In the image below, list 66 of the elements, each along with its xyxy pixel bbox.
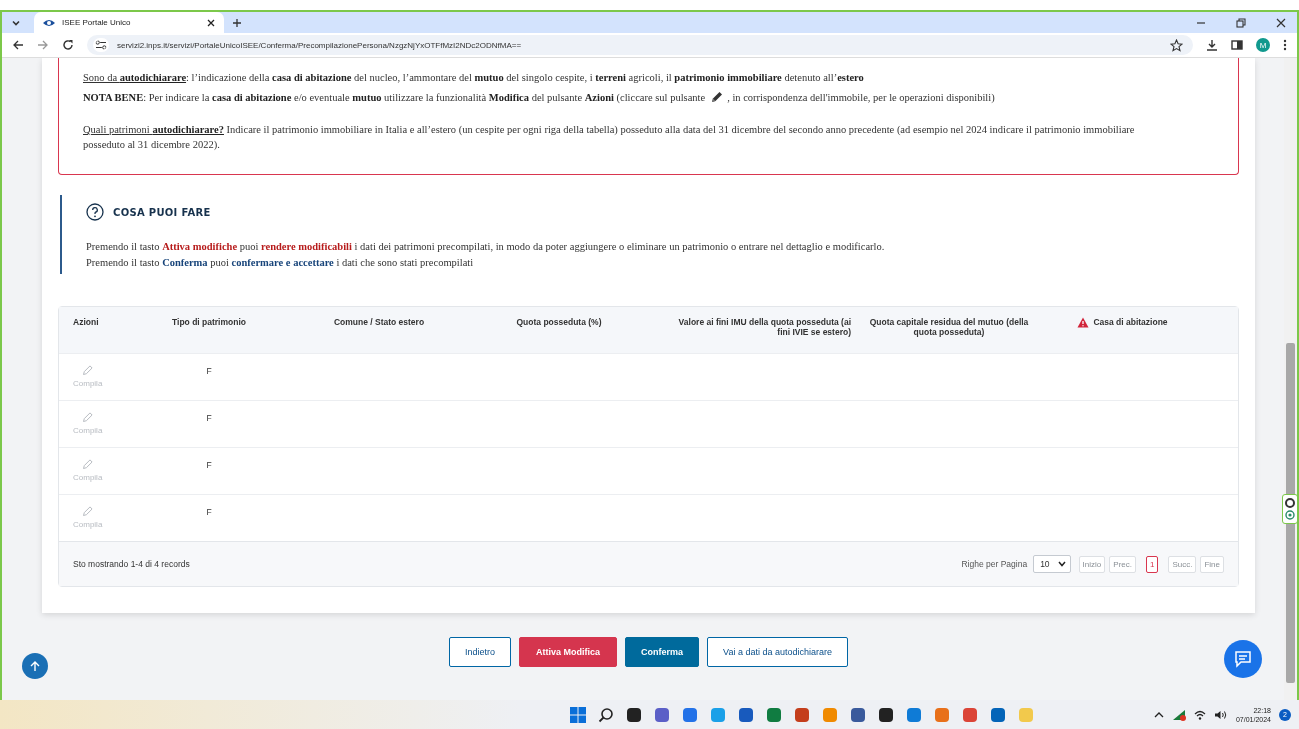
site-settings-icon (93, 38, 109, 52)
restore-icon[interactable] (1235, 16, 1247, 29)
target-icon (1285, 510, 1295, 520)
column-header: Quota posseduta (%) (516, 317, 602, 327)
speaker-icon[interactable] (1213, 709, 1228, 720)
search-icon[interactable] (597, 706, 614, 723)
pencil-icon (81, 458, 94, 470)
help-circle-icon (86, 203, 104, 221)
chevron-up-icon[interactable] (1153, 710, 1164, 719)
action-button[interactable]: Conferma (625, 637, 700, 667)
caret-icon (1057, 561, 1066, 567)
table-cell-text: F (205, 460, 213, 470)
network-icon[interactable] (1171, 708, 1186, 721)
notice-text: NOTA BENE: Per indicare la casa di abitazione e/o eventuale mutuo utilizzare la funzionalità Modifica del pulsante Azioni (cliccare sul pulsante (83, 92, 706, 103)
pencil-icon (81, 505, 94, 517)
tab-title: ISEE Portale Unico (62, 18, 132, 27)
side-panel-icon[interactable] (1231, 39, 1243, 51)
app-icon[interactable] (625, 706, 642, 723)
column-header: Tipo di patrimonio (172, 317, 246, 327)
pencil-icon (81, 364, 94, 376)
up-arrow-icon (29, 660, 41, 672)
instruction-text: Premendo il tasto Attiva modifiche puoi rendere modificabili i dati dei patrimoni precompilati, in modo da poter aggiungere o eliminare un patrimonio o entrare nel dettaglio e modificarlo. (86, 241, 885, 252)
browser-tab[interactable]: ISEE Portale Unico (34, 12, 224, 33)
pagination-button[interactable]: 1 (1145, 555, 1159, 573)
address-bar[interactable]: servizi2.inps.it/servizi/PortaleUnicoISEE/Conferma/PrecompilazionePersona/NzgzNjYxOTFfMzI2NDc2ODNfMA== (87, 35, 1193, 55)
column-header: Quota capitale residua del mutuo (della quota posseduta) (869, 317, 1029, 337)
action-button[interactable]: Indietro (449, 637, 512, 667)
column-header: Comune / Stato estero (333, 317, 425, 327)
close-icon[interactable] (206, 17, 216, 28)
notice-text: Sono da autodichiarare: l’indicazione della casa di abitazione del nucleo, l’ammontare del mutuo del singolo cespite, i terreni agricoli, il patrimonio immobiliare detenuto all’estero (83, 72, 864, 83)
column-header: Valore ai fini IMU della quota posseduta (ai fini IVIE se estero) (677, 317, 851, 337)
scroll-top-button[interactable] (22, 653, 48, 679)
rows-per-page-select[interactable]: 10 (1033, 555, 1071, 573)
reload-icon[interactable] (62, 39, 74, 51)
url-text: servizi2.inps.it/servizi/PortaleUnicoISEE/Conferma/PrecompilazionePersona/NzgzNjYxOTFfMzI2NDc2ODNfMA== (117, 40, 522, 50)
table-cell-text: F (205, 507, 213, 517)
table-cell-text: F (205, 366, 213, 376)
table-cell-text: F (205, 413, 213, 423)
plus-icon[interactable] (232, 17, 242, 28)
scrollbar[interactable] (1284, 58, 1297, 700)
pencil-icon (81, 411, 94, 423)
column-header: Azioni (73, 317, 99, 327)
chat-icon (1234, 650, 1252, 668)
notice-text: Quali patrimoni autodichiarare? Indicare il patrimonio immobiliare in Italia e all’estero (un cespite per ogni riga della tabella) posseduto alla data del 31 dicembre del secondo anno precedente (ad esempio nel 2024 indicare il patrimonio immobiliare posseduto al 31 dicembre 2022). (83, 124, 1135, 150)
back-arrow-icon[interactable] (12, 39, 24, 51)
notice-text: , in corrispondenza dell'immobile, per le operazioni disponibili) (727, 92, 995, 103)
kebab-menu-icon[interactable] (1283, 39, 1287, 51)
wifi-icon[interactable] (1193, 709, 1206, 720)
records-summary: Sto mostrando 1-4 di 4 records (73, 559, 190, 569)
section-title: COSA PUOI FARE (113, 206, 211, 218)
download-icon[interactable] (1206, 39, 1218, 51)
action-button[interactable]: Attiva Modifica (519, 637, 618, 667)
eye-icon (42, 17, 56, 28)
forward-arrow-icon[interactable] (37, 39, 49, 51)
app-icon[interactable] (877, 706, 894, 723)
profile-avatar[interactable]: M (1256, 38, 1270, 52)
column-header: Casa di abitazione (1093, 317, 1168, 328)
star-icon[interactable] (1170, 38, 1183, 52)
chat-button[interactable] (1224, 640, 1262, 678)
rows-per-page-label: Righe per Pagina (961, 559, 1028, 569)
pencil-icon (710, 90, 725, 104)
instruction-text: Premendo il tasto Conferma puoi confermare e accettare i dati che sono stati precompilati (86, 257, 474, 268)
accessibility-widget[interactable] (1282, 494, 1297, 524)
action-button[interactable]: Vai a dati da autodichiarare (707, 637, 848, 667)
windows-start-icon[interactable] (569, 706, 586, 723)
close-icon[interactable] (1275, 16, 1287, 29)
